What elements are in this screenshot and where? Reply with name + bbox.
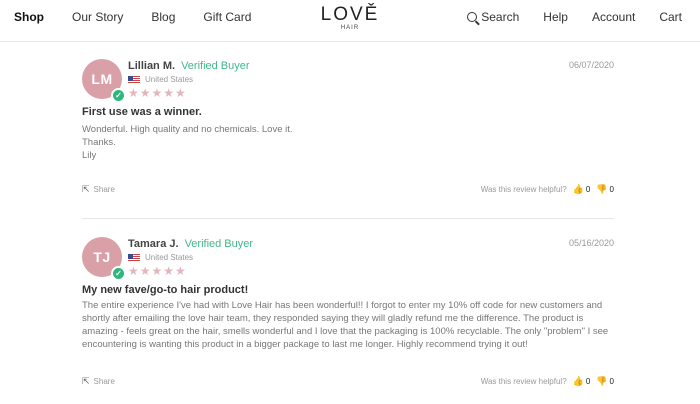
search-icon (467, 12, 478, 22)
share-button[interactable]: ⇱ Share (82, 184, 115, 195)
verified-buyer-label: Verified Buyer (181, 60, 250, 72)
site-logo[interactable]: LOVĚ HAIR (320, 4, 380, 32)
logo-wordmark: LOVĚ (320, 4, 380, 25)
thumbs-up-icon[interactable]: 👍 (573, 376, 584, 387)
nav-blog[interactable]: Blog (151, 10, 175, 24)
thumbs-down-count: 0 (609, 377, 614, 386)
helpful-vote: Was this review helpful? 👍 0 👎 0 (481, 376, 614, 387)
thumbs-down-icon[interactable]: 👎 (596, 376, 607, 387)
verified-check-icon: ✓ (111, 88, 126, 103)
review-date: 06/07/2020 (568, 60, 614, 70)
nav-search-label: Search (481, 10, 520, 24)
country-label: United States (145, 75, 194, 84)
reviewer-name: Tamara J. (128, 238, 179, 250)
primary-nav: Shop Our Story Blog Gift Card (14, 10, 279, 24)
review-title: First use was a winner. (82, 106, 202, 118)
country-label: United States (145, 253, 194, 262)
nav-our-story[interactable]: Our Story (72, 10, 123, 24)
helpful-label: Was this review helpful? (480, 377, 567, 386)
share-label: Share (93, 377, 115, 386)
share-icon: ⇱ (82, 376, 90, 386)
nav-cart[interactable]: Cart (659, 10, 682, 24)
share-button[interactable]: ⇱ Share (82, 376, 115, 387)
thumbs-down-count: 0 (609, 185, 614, 194)
review-date: 05/16/2020 (568, 238, 614, 248)
helpful-vote: Was this review helpful? 👍 0 👎 0 (481, 184, 614, 195)
review-body: Wonderful. High quality and no chemicals… (82, 123, 614, 162)
verified-buyer-label: Verified Buyer (184, 238, 254, 250)
verified-check-icon: ✓ (111, 266, 126, 281)
site-header: Shop Our Story Blog Gift Card LOVĚ HAIR … (0, 0, 700, 42)
review-card: TJ ✓ Tamara J. Verified Buyer United Stat… (82, 237, 614, 397)
review-title: My new fave/go-to hair product! (82, 284, 249, 296)
nav-gift-card[interactable]: Gift Card (203, 10, 251, 24)
logo-subtitle: HAIR (340, 25, 360, 31)
review-card: LM ✓ Lillian M. Verified Buyer United Sta… (82, 59, 614, 204)
review-body-line: Lily (82, 150, 97, 161)
nav-account[interactable]: Account (592, 10, 635, 24)
share-label: Share (93, 185, 115, 194)
us-flag-icon (128, 75, 140, 84)
reviewer-line: Tamara J. Verified Buyer (128, 238, 253, 250)
thumbs-down-icon[interactable]: 👎 (596, 184, 607, 195)
thumbs-up-icon[interactable]: 👍 (573, 184, 584, 195)
nav-help[interactable]: Help (543, 10, 568, 24)
nav-shop[interactable]: Shop (14, 10, 44, 24)
share-icon: ⇱ (82, 184, 90, 194)
reviewer-country: United States (128, 75, 193, 84)
review-body-line: Thanks. (82, 137, 116, 148)
reviewer-line: Lillian M. Verified Buyer (128, 60, 250, 72)
star-rating: ★★★★★ (128, 86, 187, 100)
utility-nav: Search Help Account Cart (467, 10, 682, 24)
us-flag-icon (128, 253, 140, 262)
thumbs-up-count: 0 (585, 377, 591, 386)
reviewer-country: United States (128, 253, 193, 262)
reviewer-name: Lillian M. (128, 60, 176, 72)
nav-search[interactable]: Search (467, 10, 519, 24)
review-body: The entire experience I've had with Love… (82, 300, 609, 350)
star-rating: ★★★★★ (128, 264, 187, 278)
review-body-line: Wonderful. High quality and no chemicals… (82, 124, 293, 135)
thumbs-up-count: 0 (585, 185, 591, 194)
helpful-label: Was this review helpful? (480, 185, 567, 194)
review-divider (82, 218, 614, 219)
